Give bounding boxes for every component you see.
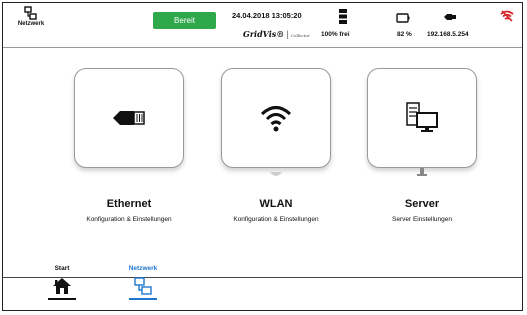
- antenna-icon: [270, 172, 282, 176]
- memory-icon: [339, 9, 347, 24]
- status-bar: Netzwerk Bereit 24.04.2018 13:05:20 Grid…: [3, 3, 522, 48]
- ip-address: 192.168.5.254: [427, 31, 469, 38]
- tile-title: WLAN: [259, 198, 293, 210]
- status-badge: Bereit: [153, 12, 216, 29]
- datetime: 24.04.2018 13:05:20: [232, 11, 302, 20]
- server-icon: [406, 102, 438, 132]
- nav-underline: [129, 298, 157, 300]
- battery-level: 82 %: [397, 31, 412, 38]
- nav-label: Start: [54, 265, 70, 272]
- network-label: Netzwerk: [17, 21, 45, 27]
- memory-status: 100% frei: [321, 31, 350, 38]
- tile-wlan[interactable]: WLAN Konfiguration & Einstellungen: [221, 68, 331, 223]
- nav-label: Netzwerk: [128, 265, 158, 272]
- network-icon: [134, 277, 152, 295]
- home-icon: [53, 278, 71, 294]
- wifi-icon: [260, 106, 292, 132]
- tile-description: Server Einstellungen: [392, 216, 452, 223]
- network-status[interactable]: Netzwerk: [11, 6, 51, 27]
- brand-logo: GridVis® | Collector: [243, 29, 310, 39]
- tile-server[interactable]: Server Server Einstellungen: [367, 68, 477, 223]
- battery-icon: [396, 13, 410, 23]
- tile-title: Server: [404, 198, 440, 210]
- tile-description: Konfiguration & Einstellungen: [233, 216, 319, 223]
- tile-description: Konfiguration & Einstellungen: [86, 216, 172, 223]
- wifi-icon[interactable]: [500, 10, 514, 22]
- nav-netzwerk[interactable]: Netzwerk: [121, 265, 165, 300]
- ethernet-icon: [444, 14, 456, 20]
- ethernet-button[interactable]: [74, 68, 184, 168]
- nav-underline: [48, 298, 76, 300]
- tile-ethernet[interactable]: Ethernet Konfiguration & Einstellungen: [74, 68, 184, 223]
- wlan-button[interactable]: [221, 68, 331, 168]
- device-screen: Netzwerk Bereit 24.04.2018 13:05:20 Grid…: [2, 2, 523, 311]
- server-button[interactable]: [367, 68, 477, 168]
- plug-connector-icon: [417, 168, 427, 176]
- ethernet-plug-icon: [113, 111, 145, 125]
- tile-title: Ethernet: [106, 198, 152, 210]
- network-icon: [24, 6, 37, 20]
- brand-name: GridVis: [243, 29, 277, 39]
- nav-start[interactable]: Start: [40, 265, 84, 300]
- brand-suffix: Collector: [291, 33, 310, 38]
